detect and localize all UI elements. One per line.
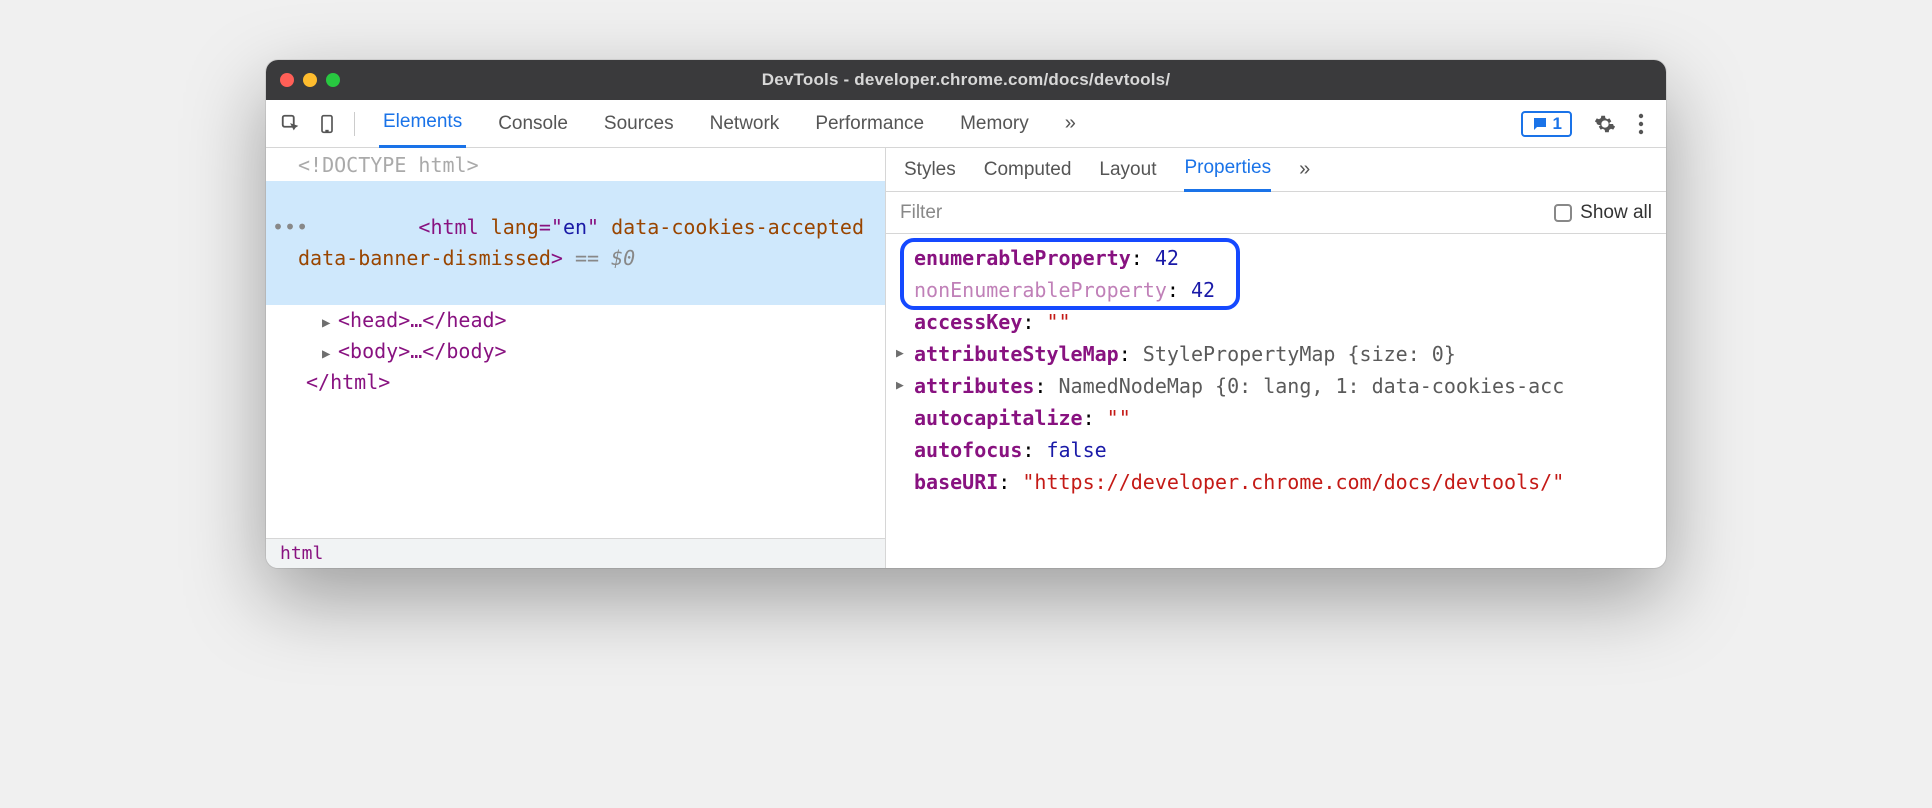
titlebar: DevTools - developer.chrome.com/docs/dev… xyxy=(266,60,1666,100)
tab-network[interactable]: Network xyxy=(706,100,784,148)
property-value: 42 xyxy=(1191,278,1215,302)
zoom-icon[interactable] xyxy=(326,73,340,87)
property-name: nonEnumerableProperty xyxy=(914,278,1167,302)
tab-console[interactable]: Console xyxy=(494,100,572,148)
content-area: <!DOCTYPE html> •••<html lang="en" data-… xyxy=(266,148,1666,568)
property-name: attributes xyxy=(914,374,1034,398)
subtab-layout[interactable]: Layout xyxy=(1099,148,1156,192)
tab-performance[interactable]: Performance xyxy=(811,100,928,148)
subtab-styles[interactable]: Styles xyxy=(904,148,956,192)
subtab-computed[interactable]: Computed xyxy=(984,148,1072,192)
tab-memory[interactable]: Memory xyxy=(956,100,1033,148)
property-value: NamedNodeMap {0: lang, 1: data-cookies-a… xyxy=(1059,374,1565,398)
messages-badge[interactable]: 1 xyxy=(1521,111,1572,137)
kebab-icon[interactable] xyxy=(1626,109,1656,139)
elements-pane: <!DOCTYPE html> •••<html lang="en" data-… xyxy=(266,148,886,568)
property-value: StylePropertyMap {size: 0} xyxy=(1143,342,1456,366)
property-value: "" xyxy=(1107,406,1131,430)
show-all-label: Show all xyxy=(1580,202,1652,224)
minimize-icon[interactable] xyxy=(303,73,317,87)
property-row[interactable]: ▶attributeStyleMap: StylePropertyMap {si… xyxy=(914,338,1654,370)
inspect-icon[interactable] xyxy=(276,109,306,139)
subtabs-overflow-icon[interactable]: » xyxy=(1299,148,1310,192)
property-value: 42 xyxy=(1155,246,1179,270)
html-node[interactable]: •••<html lang="en" data-cookies-accepted… xyxy=(266,181,885,305)
property-row[interactable]: autocapitalize: "" xyxy=(914,402,1654,434)
property-value: false xyxy=(1046,438,1106,462)
subtab-properties[interactable]: Properties xyxy=(1184,148,1271,192)
properties-list[interactable]: enumerableProperty: 42nonEnumerablePrope… xyxy=(886,234,1666,506)
messages-count: 1 xyxy=(1553,114,1562,134)
property-value: "" xyxy=(1046,310,1070,334)
html-close-node[interactable]: </html> xyxy=(266,367,885,398)
property-name: autocapitalize xyxy=(914,406,1083,430)
property-name: accessKey xyxy=(914,310,1022,334)
expand-icon[interactable]: ▶ xyxy=(896,344,904,365)
property-name: enumerableProperty xyxy=(914,246,1131,270)
tab-elements[interactable]: Elements xyxy=(379,100,466,148)
property-name: baseURI xyxy=(914,470,998,494)
property-row[interactable]: baseURI: "https://developer.chrome.com/d… xyxy=(914,466,1654,498)
window-title: DevTools - developer.chrome.com/docs/dev… xyxy=(266,70,1666,90)
show-all-toggle[interactable]: Show all xyxy=(1554,202,1652,224)
tabs-overflow-icon[interactable]: » xyxy=(1061,100,1080,148)
property-row[interactable]: enumerableProperty: 42 xyxy=(914,242,1654,274)
property-row[interactable]: nonEnumerableProperty: 42 xyxy=(914,274,1654,306)
checkbox-icon[interactable] xyxy=(1554,204,1572,222)
property-row[interactable]: autofocus: false xyxy=(914,434,1654,466)
close-icon[interactable] xyxy=(280,73,294,87)
property-row[interactable]: ▶attributes: NamedNodeMap {0: lang, 1: d… xyxy=(914,370,1654,402)
dom-tree[interactable]: <!DOCTYPE html> •••<html lang="en" data-… xyxy=(266,148,885,538)
property-row[interactable]: accessKey: "" xyxy=(914,306,1654,338)
devtools-window: DevTools - developer.chrome.com/docs/dev… xyxy=(266,60,1666,568)
window-controls xyxy=(280,73,340,87)
property-name: attributeStyleMap xyxy=(914,342,1119,366)
sidebar-tabs: Styles Computed Layout Properties » xyxy=(886,148,1666,192)
gear-icon[interactable] xyxy=(1590,109,1620,139)
filter-input[interactable] xyxy=(900,202,1542,224)
head-node[interactable]: ▶<head>…</head> xyxy=(266,305,885,336)
body-node[interactable]: ▶<body>…</body> xyxy=(266,336,885,367)
property-value: "https://developer.chrome.com/docs/devto… xyxy=(1022,470,1564,494)
device-icon[interactable] xyxy=(312,109,342,139)
filter-row: Show all xyxy=(886,192,1666,234)
breadcrumb[interactable]: html xyxy=(266,538,885,568)
tab-sources[interactable]: Sources xyxy=(600,100,678,148)
property-name: autofocus xyxy=(914,438,1022,462)
expand-icon[interactable]: ▶ xyxy=(896,376,904,397)
separator xyxy=(354,112,355,136)
doctype-node[interactable]: <!DOCTYPE html> xyxy=(266,150,885,181)
main-toolbar: Elements Console Sources Network Perform… xyxy=(266,100,1666,148)
sidebar-pane: Styles Computed Layout Properties » Show… xyxy=(886,148,1666,568)
panel-tabs: Elements Console Sources Network Perform… xyxy=(379,100,1080,148)
